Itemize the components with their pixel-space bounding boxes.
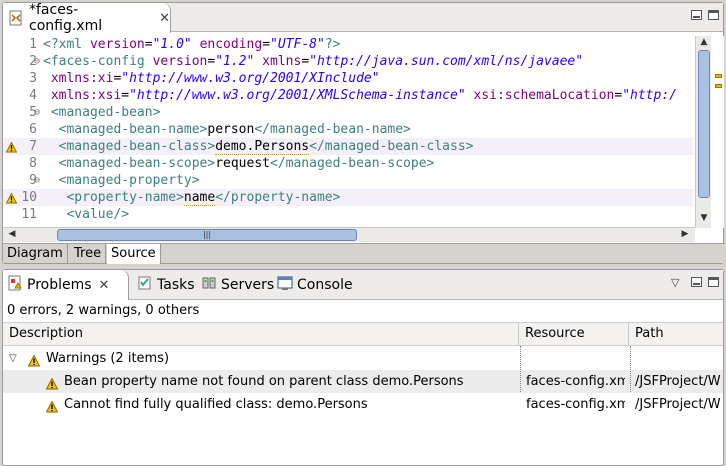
view-menu-icon[interactable]: ▽	[671, 276, 679, 289]
line-number: 11	[21, 207, 37, 222]
code-line[interactable]: 10 <property-name>name</property-name>	[3, 189, 693, 206]
column-divider	[520, 346, 521, 392]
close-icon[interactable]: ✕	[99, 278, 110, 293]
column-header-path[interactable]: Path	[629, 323, 723, 345]
problems-summary: 0 errors, 2 warnings, 0 others	[7, 303, 200, 318]
line-number: 6	[29, 122, 37, 137]
code-text: xmlns:xsi="http://www.w3.org/2001/XMLSch…	[50, 88, 677, 103]
view-tab-bar: Problems ✕ Tasks Servers Console ▽	[3, 270, 723, 300]
code-text: <value/>	[66, 207, 130, 222]
line-number: 8	[29, 156, 37, 171]
tab-console[interactable]: Console	[273, 270, 353, 300]
column-divider	[630, 346, 631, 392]
code-line[interactable]: 7 <managed-bean-class>demo.Persons</mana…	[3, 138, 693, 155]
line-number: 7	[29, 139, 37, 154]
source-text-area[interactable]: 1 <?xml version="1.0" encoding="UTF-8"?> 2…	[3, 36, 693, 226]
servers-icon	[201, 275, 217, 295]
code-line[interactable]: 6 <managed-bean-name>person</managed-bea…	[3, 121, 693, 138]
tab-console-label: Console	[297, 277, 353, 293]
code-line[interactable]: 3 xmlns:xi="http://www.w3.org/2001/XIncl…	[3, 70, 693, 87]
table-row[interactable]: Cannot find fully qualified class: demo.…	[3, 393, 723, 416]
code-text: <managed-bean-scope>request</managed-bea…	[58, 156, 435, 171]
tab-problems-label: Problems	[27, 277, 92, 293]
warning-marker[interactable]	[715, 74, 722, 78]
code-line[interactable]: 1 <?xml version="1.0" encoding="UTF-8"?>	[3, 36, 693, 53]
tree-collapse-icon[interactable]: ▽	[9, 347, 17, 370]
tab-servers-label: Servers	[221, 277, 275, 293]
problems-icon	[7, 275, 23, 295]
problem-path: /JSFProject/W	[635, 397, 721, 412]
code-text: <managed-bean-name>person</managed-bean-…	[58, 122, 411, 137]
code-text: <faces-config version="1.2" xmlns="http:…	[43, 54, 584, 69]
minimize-icon[interactable]	[691, 10, 702, 20]
minimize-icon[interactable]	[691, 277, 702, 287]
horizontal-scroll-thumb[interactable]: |||	[57, 229, 357, 241]
vertical-scrollbar[interactable]: ▲ ▼	[695, 36, 711, 228]
problems-table-header: Description Resource Path	[3, 322, 723, 346]
problems-view: Problems ✕ Tasks Servers Console ▽ 0 err…	[2, 269, 724, 466]
code-line[interactable]: 11 <value/>	[3, 206, 693, 223]
vertical-scroll-thumb[interactable]	[698, 50, 710, 198]
tab-servers[interactable]: Servers	[197, 270, 274, 300]
code-text: <property-name>name</property-name>	[66, 190, 341, 206]
line-number: 10	[21, 190, 37, 205]
scroll-right-icon[interactable]: ▶	[678, 228, 692, 241]
editor-tab-bar: *faces-config.xml ✕	[3, 2, 723, 34]
fold-icon[interactable]: ⊖	[34, 53, 40, 70]
code-line[interactable]: 8 <managed-bean-scope>request</managed-b…	[3, 155, 693, 172]
scroll-left-icon[interactable]: ◀	[5, 228, 19, 241]
line-number: 3	[29, 71, 37, 86]
table-row[interactable]: Bean property name not found on parent c…	[3, 370, 723, 393]
warning-icon	[27, 352, 41, 367]
editor-tab-label: *faces-config.xml	[29, 2, 103, 34]
code-text: <managed-property>	[58, 173, 200, 188]
warnings-group-label: Warnings (2 items)	[46, 351, 170, 366]
scroll-down-icon[interactable]: ▼	[697, 212, 711, 225]
warning-icon	[45, 375, 59, 390]
editor-page-tabs: Diagram Tree Source	[3, 243, 725, 264]
code-line[interactable]: 4 xmlns:xsi="http://www.w3.org/2001/XMLS…	[3, 87, 693, 104]
code-text: <managed-bean-class>demo.Persons</manage…	[58, 139, 474, 155]
column-header-resource[interactable]: Resource	[519, 323, 629, 345]
xml-file-icon	[8, 10, 24, 26]
editor-tab-faces-config[interactable]: *faces-config.xml ✕	[3, 2, 171, 34]
code-line[interactable]: 2 ⊖ <faces-config version="1.2" xmlns="htt…	[3, 53, 693, 70]
close-icon[interactable]: ✕	[159, 11, 170, 26]
code-text: <?xml version="1.0" encoding="UTF-8"?>	[43, 37, 341, 52]
problem-resource: faces-config.xm	[526, 397, 625, 412]
line-number: 1	[29, 37, 37, 52]
problem-path: /JSFProject/W	[635, 374, 721, 389]
tasks-icon	[137, 275, 153, 295]
tab-diagram[interactable]: Diagram	[3, 244, 68, 264]
tab-tasks[interactable]: Tasks	[133, 270, 195, 300]
warnings-group-row[interactable]: ▽ Warnings (2 items)	[3, 347, 723, 370]
warning-icon[interactable]	[5, 141, 18, 153]
code-line[interactable]: 9 ⊖ <managed-property>	[3, 172, 693, 189]
problem-description: Bean property name not found on parent c…	[64, 374, 464, 389]
warning-marker[interactable]	[715, 84, 722, 88]
scroll-up-icon[interactable]: ▲	[697, 36, 711, 49]
fold-icon[interactable]: ⊖	[34, 172, 40, 189]
tab-source[interactable]: Source	[107, 244, 161, 264]
fold-icon[interactable]: ⊖	[34, 104, 40, 121]
warning-icon[interactable]	[5, 192, 18, 204]
problem-resource: faces-config.xm	[526, 374, 625, 389]
maximize-icon[interactable]	[708, 277, 719, 287]
overview-ruler[interactable]	[713, 36, 724, 228]
horizontal-scrollbar[interactable]: ◀ ||| ▶	[3, 227, 695, 242]
xml-editor: *faces-config.xml ✕ 1 <?xml version="1.0"…	[2, 2, 725, 264]
code-line[interactable]: 5 ⊖ <managed-bean>	[3, 104, 693, 121]
problem-description: Cannot find fully qualified class: demo.…	[64, 397, 368, 412]
code-text: xmlns:xi="http://www.w3.org/2001/XInclud…	[50, 71, 380, 86]
line-number: 4	[29, 88, 37, 103]
column-header-description[interactable]: Description	[3, 323, 519, 345]
code-text: <managed-bean>	[50, 105, 161, 120]
tab-problems[interactable]: Problems ✕	[3, 270, 129, 300]
warning-icon	[45, 398, 59, 413]
tab-tasks-label: Tasks	[157, 277, 195, 293]
console-icon	[277, 275, 293, 295]
maximize-icon[interactable]	[708, 10, 719, 20]
tab-tree[interactable]: Tree	[70, 244, 107, 264]
